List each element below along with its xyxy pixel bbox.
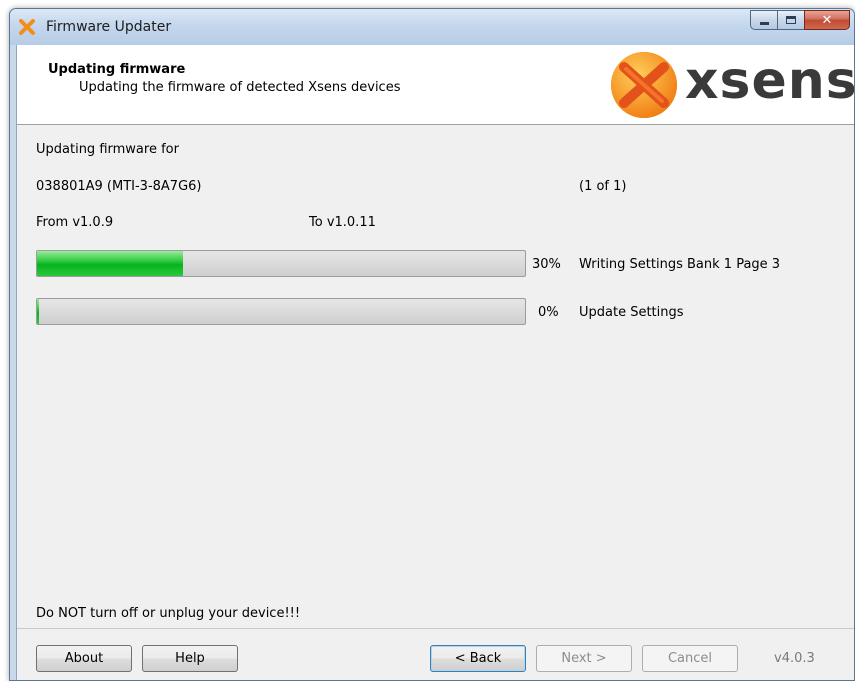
- about-button[interactable]: About: [36, 645, 132, 672]
- overall-progress-fill: [37, 251, 184, 276]
- device-id: 038801A9 (MTI-3-8A7G6): [36, 179, 202, 194]
- maximize-button[interactable]: [777, 10, 804, 30]
- back-button[interactable]: < Back: [430, 645, 526, 672]
- caption-buttons: ✕: [750, 10, 850, 30]
- xsens-logo-icon: [611, 52, 677, 118]
- updating-for-label: Updating firmware for: [36, 142, 179, 157]
- overall-progress-status: Writing Settings Bank 1 Page 3: [579, 257, 781, 272]
- wizard-header: Updating firmware Updating the firmware …: [17, 45, 854, 125]
- maximize-icon: [786, 16, 796, 24]
- overall-progress-bar: [36, 250, 526, 277]
- dialog-client-area: Updating firmware Updating the firmware …: [16, 45, 854, 680]
- header-title: Updating firmware: [48, 62, 186, 77]
- minimize-icon: [759, 21, 769, 25]
- step-progress-percent: 0%: [538, 305, 559, 320]
- overall-progress-percent: 30%: [532, 257, 561, 272]
- warning-text: Do NOT turn off or unplug your device!!!: [36, 606, 301, 621]
- device-count: (1 of 1): [579, 179, 627, 194]
- step-progress-bar: [36, 298, 526, 325]
- header-subtitle: Updating the firmware of detected Xsens …: [79, 80, 401, 95]
- from-version: From v1.0.9: [36, 215, 114, 230]
- xsens-logo-text: xsens: [685, 51, 855, 111]
- firmware-updater-window: Firmware Updater ✕ Updating firmware Upd…: [9, 8, 855, 681]
- app-version: v4.0.3: [774, 651, 815, 666]
- window-title: Firmware Updater: [46, 19, 172, 35]
- next-button[interactable]: Next >: [536, 645, 632, 672]
- close-icon: ✕: [821, 12, 833, 28]
- minimize-button[interactable]: [750, 10, 777, 30]
- close-button[interactable]: ✕: [804, 10, 850, 30]
- cancel-button[interactable]: Cancel: [642, 645, 738, 672]
- title-bar[interactable]: Firmware Updater ✕: [10, 9, 854, 45]
- footer-divider: [17, 628, 854, 629]
- xsens-app-icon: [19, 19, 35, 35]
- help-button[interactable]: Help: [142, 645, 238, 672]
- step-progress-status: Update Settings: [579, 305, 684, 320]
- to-version: To v1.0.11: [309, 215, 376, 230]
- step-progress-fill: [37, 299, 39, 324]
